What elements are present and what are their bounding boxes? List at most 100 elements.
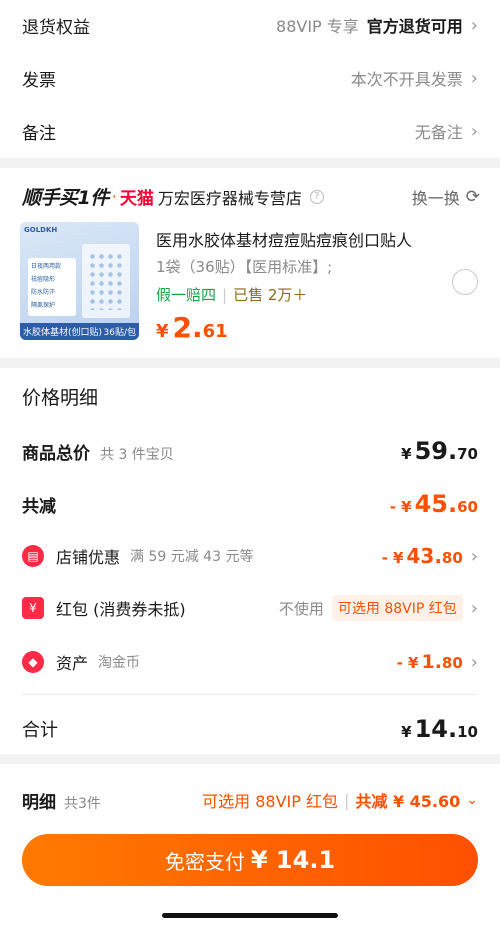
goods-count: 共 3 件宝贝 (100, 446, 174, 463)
thumb-feature: 祛痘隐形 (31, 276, 56, 283)
redpacket-hint: 可选用 88VIP 红包 (202, 792, 338, 811)
question-icon[interactable]: ? (309, 189, 324, 204)
thumb-feature-panel: 日夜两用款 祛痘隐形 防水防汗 隔离保护 (28, 258, 76, 316)
shunshou-logo: 顺手买1件 (22, 187, 109, 209)
return-rights-value: 官方退货可用 (366, 17, 463, 36)
chevron-right-icon: › (470, 651, 478, 673)
price-detail-title: 价格明细 (22, 387, 99, 409)
remark-value: 无备注 (414, 123, 463, 142)
pay-label: 免密支付 (164, 849, 245, 874)
sum-amount: ¥ 14. 10 (401, 715, 478, 743)
thumb-brand: GOLDKH (24, 226, 58, 234)
redpacket-not-use: 不使用 (278, 599, 324, 618)
coin-tag-icon: ◆ (22, 651, 44, 673)
guarantee-tag: 假一赔四 (156, 286, 217, 304)
redpacket-label: 红包 (消费券未抵) (56, 600, 186, 619)
product-price: ¥ 2. 61 (156, 311, 228, 344)
pay-button[interactable]: 免密支付 ¥ 14.1 (22, 834, 478, 886)
chevron-right-icon: › (470, 14, 478, 36)
swap-button[interactable]: 换一换 ⟳ (412, 185, 480, 209)
return-rights-label: 退货权益 (22, 17, 90, 38)
vip-redpacket-pill[interactable]: 可选用 88VIP 红包 (331, 595, 463, 621)
detail-count: 共3件 (64, 795, 101, 812)
invoice-row[interactable]: 发票 本次不开具发票 › (22, 63, 478, 93)
product-thumbnail[interactable]: GOLDKH 日夜两用款 祛痘隐形 防水防汗 隔离保护 水胶体基材(创口贴) 3… (20, 222, 139, 340)
assets-row[interactable]: ◆ 资产 淘金币 - ¥ 1. 80 › (22, 647, 478, 677)
product-tags: 假一赔四 | 已售 2万＋ (156, 284, 307, 305)
assets-desc: 淘金币 (98, 655, 141, 671)
chevron-right-icon: › (470, 67, 478, 89)
return-rights-vip: 88VIP 专享 (276, 17, 359, 36)
store-icon: ▤ (22, 545, 44, 567)
detail-summary-row[interactable]: 明细 共3件 可选用 88VIP 红包 | 共减 ¥ 45.60 ⌄ (22, 786, 478, 814)
remark-label: 备注 (22, 123, 56, 144)
redpacket-icon: ¥ (22, 597, 44, 619)
goods-total-label: 商品总价 (22, 443, 90, 464)
thumb-patch-pack (82, 244, 130, 318)
thumb-feature: 防水防汗 (31, 289, 56, 296)
assets-amount: - ¥ 1. 80 (397, 651, 463, 673)
amount-currency: - ¥ (389, 498, 412, 516)
invoice-label: 发票 (22, 70, 56, 91)
amount-decimal: 60 (457, 498, 478, 516)
amount-integer: 59. (414, 437, 458, 465)
separator-dot: · (111, 187, 117, 206)
amount-decimal: 10 (457, 723, 478, 741)
thumb-band-left: 水胶体基材(创口贴) (23, 328, 103, 338)
sold-count: 已售 2万＋ (233, 286, 308, 304)
amount-currency: - ¥ (396, 654, 419, 672)
detail-label: 明细 (22, 792, 56, 813)
store-promo-desc: 满 59 元减 43 元等 (130, 549, 254, 565)
return-rights-row[interactable]: 退货权益 88VIP 专享 官方退货可用 › (22, 10, 478, 40)
invoice-value: 本次不开具发票 (350, 70, 463, 89)
amount-currency: - ¥ (381, 549, 404, 567)
tag-divider: | (222, 285, 228, 304)
refresh-icon: ⟳ (465, 187, 480, 207)
assets-label: 资产 (56, 654, 89, 673)
thumb-band: 水胶体基材(创口贴) 36贴/包 (20, 323, 139, 340)
product-spec: 1袋（36贴）【医用标准】; (156, 258, 333, 276)
reduce-hint: 共减 ¥ 45.60 (355, 792, 461, 811)
amount-integer: 1. (421, 651, 442, 673)
divider (22, 694, 478, 695)
thumb-feature: 日夜两用款 (31, 263, 62, 270)
redpacket-row[interactable]: ¥ 红包 (消费券未抵) 不使用 可选用 88VIP 红包 › (22, 593, 478, 623)
hint-divider: | (343, 790, 350, 810)
goods-total-amount: ¥ 59. 70 (401, 437, 478, 465)
amount-decimal: 80 (441, 549, 463, 567)
store-header: 顺手买1件 · 天猫 万宏医疗器械专营店 ? (22, 183, 324, 210)
total-reduce-amount: - ¥ 45. 60 (390, 490, 478, 518)
pay-amount: ¥ 14.1 (250, 846, 336, 874)
thumb-feature: 隔离保护 (31, 302, 56, 309)
store-promo-row[interactable]: ▤ 店铺优惠 满 59 元减 43 元等 - ¥ 43. 80 › (22, 541, 478, 571)
select-radio[interactable] (452, 269, 478, 295)
tmall-logo: 天猫 (119, 189, 154, 209)
amount-decimal: 70 (457, 445, 478, 463)
home-indicator[interactable] (162, 913, 338, 918)
remark-row[interactable]: 备注 无备注 › (22, 116, 478, 146)
price-currency: ¥ (156, 321, 169, 342)
amount-currency: ¥ (401, 723, 412, 741)
price-decimal: 61 (202, 321, 228, 342)
amount-currency: ¥ (401, 445, 412, 463)
goods-total-row: 商品总价 共 3 件宝贝 ¥ 59. 70 (22, 436, 478, 466)
amount-decimal: 80 (441, 654, 463, 672)
sum-label: 合计 (22, 720, 58, 741)
sum-row: 合计 ¥ 14. 10 (22, 714, 478, 744)
thumb-band-right: 36贴/包 (103, 328, 137, 338)
swap-label: 换一换 (411, 189, 460, 208)
total-reduce-label: 共减 (22, 496, 56, 517)
chevron-right-icon: › (470, 545, 478, 567)
price-integer: 2. (172, 311, 203, 344)
amount-integer: 45. (414, 490, 458, 518)
total-reduce-row: 共减 - ¥ 45. 60 (22, 489, 478, 519)
chevron-right-icon: › (470, 120, 478, 142)
store-name: 万宏医疗器械专营店 (157, 188, 302, 208)
double-chevron-down-icon: ⌄ (466, 792, 478, 808)
amount-integer: 43. (406, 544, 442, 568)
product-title[interactable]: 医用水胶体基材痘痘贴痘痕创口贴人 (156, 227, 412, 251)
amount-integer: 14. (414, 715, 458, 743)
store-promo-label: 店铺优惠 (56, 548, 121, 567)
chevron-right-icon: › (470, 597, 478, 619)
store-promo-amount: - ¥ 43. 80 (382, 544, 463, 568)
